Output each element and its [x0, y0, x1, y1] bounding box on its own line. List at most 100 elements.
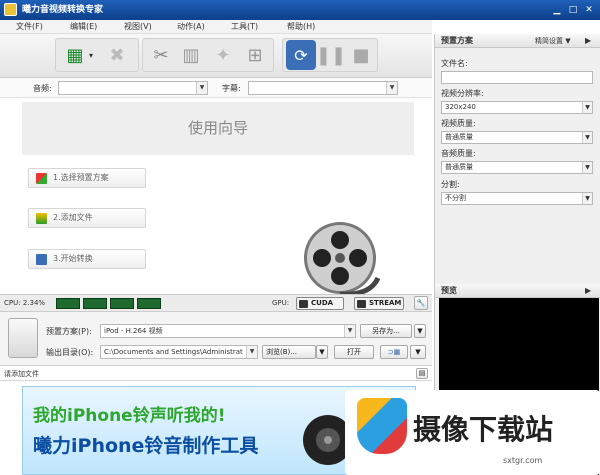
stop-icon[interactable]: ■ — [346, 40, 376, 70]
subtitle-select[interactable]: ▼ — [248, 81, 398, 95]
watermark-url: sxtgr.com — [503, 456, 543, 465]
banner-product: 曦力iPhone铃音制作工具 — [33, 435, 259, 457]
ipod-device-icon — [8, 318, 38, 358]
split-value: 不分割 — [445, 194, 466, 202]
toolbar: ▦ ▾ ✖ ✂ ▥ ✦ ⊞ ⟳ ❚❚ ■ — [0, 34, 432, 78]
wizard-pane: 使用向导 1.选择预置方案 2.添加文件 3.开始转换 — [0, 98, 432, 297]
split-select[interactable]: 不分割 ▼ — [441, 192, 593, 205]
open-label: 打开 — [347, 348, 361, 356]
menu-action[interactable]: 动作(A) — [177, 21, 205, 32]
pause-icon[interactable]: ❚❚ — [316, 40, 346, 70]
convert-icon[interactable]: ⟳ — [286, 40, 316, 70]
audio-select[interactable]: ▼ — [58, 81, 208, 95]
menu-bar: 文件(F) 编辑(E) 视图(V) 动作(A) 工具(T) 帮助(H) — [0, 20, 432, 34]
save-as-dropdown[interactable]: ▼ — [414, 324, 426, 338]
save-as-button[interactable]: 另存为... — [360, 324, 412, 338]
open-button[interactable]: 打开 — [334, 345, 374, 359]
filename-label: 文件名: — [441, 59, 468, 68]
output-path-select[interactable]: C:\Documents and Settings\Administrat ▼ — [100, 345, 258, 359]
chevron-down-icon: ▼ — [386, 82, 397, 94]
video-quality-value: 普通质量 — [445, 133, 473, 141]
chevron-down-icon: ▼ — [246, 346, 257, 358]
menu-file[interactable]: 文件(F) — [16, 21, 43, 32]
window-title: 曦力音视频转换专家 — [22, 5, 104, 15]
convert-icon — [36, 254, 47, 265]
preset-select[interactable]: iPod - H.264 视频 ▼ — [100, 324, 356, 338]
banner-slogan: 我的iPhone铃声听我的! — [33, 406, 226, 426]
add-file-hint: 请添加文件 — [4, 370, 39, 378]
remove-icon[interactable]: ✖ — [102, 40, 132, 70]
step-select-preset-button[interactable]: 1.选择预置方案 — [28, 168, 146, 188]
split-label: 分割: — [441, 180, 460, 189]
cuda-label: CUDA — [311, 299, 334, 307]
title-bar: 曦力音视频转换专家 ▁ □ ✕ — [0, 0, 600, 20]
step-label: 2.添加文件 — [53, 213, 93, 222]
add-file-icon — [36, 213, 47, 224]
after-convert-dropdown[interactable]: ▼ — [410, 345, 426, 359]
file-list-header: 请添加文件 ▤ — [0, 368, 432, 381]
audio-label: 音频: — [33, 84, 52, 93]
maximize-button[interactable]: □ — [566, 4, 580, 16]
step-start-convert-button[interactable]: 3.开始转换 — [28, 249, 146, 269]
preset-value: iPod - H.264 视频 — [104, 327, 163, 335]
gpu-label: GPU: — [272, 299, 290, 307]
minimize-button[interactable]: ▁ — [550, 4, 564, 16]
cuda-badge[interactable]: CUDA — [296, 297, 344, 310]
resolution-label: 视频分辨率: — [441, 89, 484, 98]
nvidia-icon — [299, 300, 308, 308]
preview-title: 预览 — [441, 286, 457, 295]
close-button[interactable]: ✕ — [582, 4, 596, 16]
merge-icon[interactable]: ⊞ — [240, 40, 270, 70]
cpu-usage: CPU: 2.34% — [4, 299, 46, 307]
preset-label: 预置方案(P): — [46, 327, 92, 336]
app-icon — [4, 3, 17, 16]
preview-expand-icon[interactable]: ▶ — [585, 284, 591, 298]
cut-icon[interactable]: ✂ — [146, 40, 176, 70]
audio-quality-value: 普通质量 — [445, 163, 473, 171]
chevron-down-icon: ▼ — [344, 325, 355, 337]
resolution-value: 320x240 — [445, 103, 476, 111]
menu-edit[interactable]: 编辑(E) — [70, 21, 97, 32]
film-reel-icon — [304, 222, 380, 297]
output-path-value: C:\Documents and Settings\Administrat — [104, 348, 243, 356]
subtitle-label: 字幕: — [222, 84, 241, 93]
list-view-icon[interactable]: ▤ — [416, 368, 428, 379]
chevron-down-icon: ▼ — [582, 102, 592, 113]
cpu-core-meter — [137, 298, 161, 309]
step-label: 3.开始转换 — [53, 254, 93, 263]
preset-panel-header: 预置方案 精简设置 ▼ ▶ — [435, 34, 600, 48]
effect-icon[interactable]: ✦ — [208, 40, 238, 70]
resolution-select[interactable]: 320x240 ▼ — [441, 101, 593, 114]
filename-input[interactable] — [441, 71, 593, 84]
cpu-core-meter — [83, 298, 107, 309]
wizard-title: 使用向导 — [22, 102, 414, 155]
chevron-down-icon: ▼ — [582, 162, 592, 173]
cpu-core-meter — [56, 298, 80, 309]
chevron-down-icon: ▼ — [582, 132, 592, 143]
browse-button[interactable]: 浏览(B)... — [262, 345, 316, 359]
video-quality-label: 视频质量: — [441, 119, 476, 128]
menu-tools[interactable]: 工具(T) — [231, 21, 258, 32]
watermark-text: 摄像下载站 — [413, 413, 554, 446]
amd-stream-badge[interactable]: STREAM — [354, 297, 404, 310]
chevron-down-icon: ▼ — [582, 193, 592, 204]
audio-quality-select[interactable]: 普通质量 ▼ — [441, 161, 593, 174]
cpu-core-meter — [110, 298, 134, 309]
video-quality-select[interactable]: 普通质量 ▼ — [441, 131, 593, 144]
add-dropdown-icon[interactable]: ▾ — [86, 40, 96, 70]
save-as-label: 另存为... — [372, 327, 400, 335]
film-clip-icon[interactable]: ▥ — [176, 40, 206, 70]
simple-settings-toggle[interactable]: 精简设置 ▼ — [535, 34, 571, 48]
after-convert-icon[interactable]: ⊃▦ — [380, 345, 408, 359]
track-bar: 音频: ▼ 字幕: ▼ — [0, 78, 432, 98]
menu-view[interactable]: 视图(V) — [124, 21, 152, 32]
output-options: 预置方案(P): iPod - H.264 视频 ▼ 另存为... ▼ 输出目录… — [0, 312, 432, 366]
panel-expand-icon[interactable]: ▶ — [585, 34, 591, 48]
chevron-down-icon: ▼ — [196, 82, 207, 94]
browse-dropdown[interactable]: ▼ — [316, 345, 328, 359]
step-add-file-button[interactable]: 2.添加文件 — [28, 208, 146, 228]
wrench-icon[interactable]: 🔧 — [414, 296, 428, 310]
preset-panel-title: 预置方案 — [441, 36, 473, 45]
amd-label: STREAM — [369, 299, 402, 307]
menu-help[interactable]: 帮助(H) — [287, 21, 315, 32]
